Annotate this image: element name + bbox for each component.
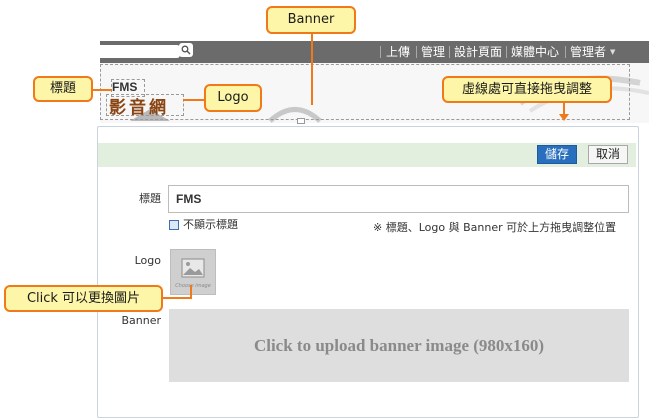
banner-upload-text: Click to upload banner image (980x160)	[253, 335, 545, 355]
title-input[interactable]: FMS	[168, 185, 629, 213]
arrow-down-icon	[559, 114, 569, 121]
nav-item-media-center[interactable]: 媒體中心	[511, 41, 559, 63]
callout-banner: Banner	[266, 6, 356, 34]
cancel-button[interactable]: 取消	[588, 145, 628, 164]
nav-item-admin[interactable]: 管理者	[570, 41, 606, 63]
hide-title-checkbox[interactable]	[169, 220, 179, 230]
logo-image-picker[interactable]: Choose image	[170, 249, 216, 295]
callout-logo: Logo	[204, 84, 262, 112]
hint-text: ※ 標題、Logo 與 Banner 可於上方拖曳調整位置	[373, 221, 617, 234]
search-input[interactable]	[100, 45, 180, 58]
click-callout-line	[163, 297, 191, 299]
banner-callout-line	[311, 34, 313, 105]
logo-field-label: Logo	[134, 254, 161, 267]
nav-item-manage[interactable]: 管理	[421, 41, 445, 63]
logo-placeholder-text: Choose image	[175, 283, 211, 289]
title-callout-line	[93, 89, 112, 91]
nav-item-design-page[interactable]: 設計頁面	[454, 41, 502, 63]
drag-handle[interactable]	[297, 118, 305, 124]
nav-separator	[449, 46, 450, 58]
image-icon	[181, 258, 205, 278]
nav-separator	[380, 46, 381, 58]
banner-upload-area[interactable]: Click to upload banner image (980x160)	[169, 309, 629, 382]
site-title: FMS	[112, 80, 138, 94]
nav-item-upload[interactable]: 上傳	[386, 41, 410, 63]
callout-title: 標題	[33, 76, 93, 102]
click-callout-line-vertical	[190, 285, 192, 299]
search-icon[interactable]	[179, 43, 193, 57]
nav-separator	[565, 46, 566, 58]
banner-field-label: Banner	[121, 314, 161, 327]
nav-separator	[506, 46, 507, 58]
callout-click-change-image: Click 可以更換圖片	[4, 285, 163, 312]
logo-callout-line	[183, 99, 205, 101]
callout-dashed-area: 虛線處可直接拖曳調整	[442, 76, 612, 103]
chevron-down-icon[interactable]: ▼	[610, 48, 615, 56]
nav-separator	[416, 46, 417, 58]
site-logo: 影音網	[109, 98, 169, 118]
title-field-label: 標題	[139, 192, 161, 205]
hide-title-label: 不顯示標題	[183, 218, 238, 231]
save-button[interactable]: 儲存	[537, 145, 577, 164]
